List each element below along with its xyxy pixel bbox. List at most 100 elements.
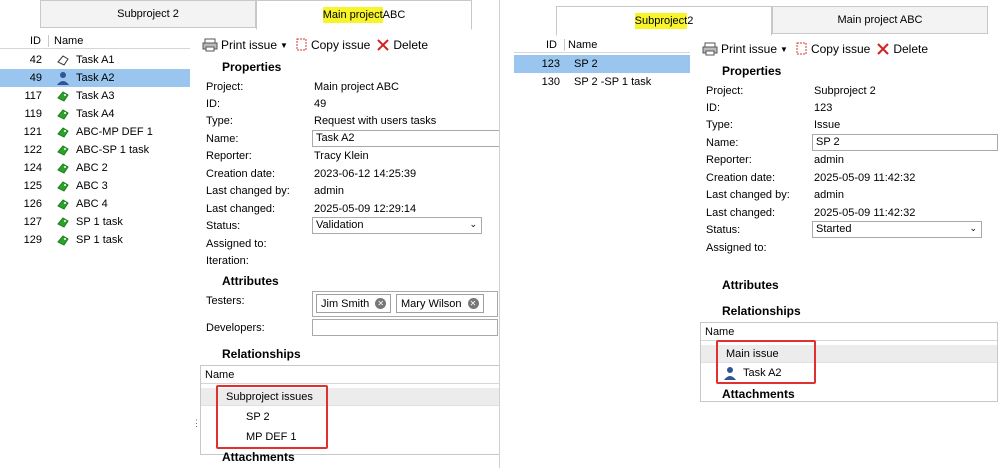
- status-select[interactable]: Started ⌄: [812, 221, 982, 238]
- tab-label-rest: ABC: [382, 9, 406, 21]
- ticket-icon: [56, 125, 70, 139]
- copy-issue-button[interactable]: Copy issue: [294, 38, 370, 52]
- last-changed-label: Last changed:: [706, 207, 776, 219]
- delete-button[interactable]: Delete: [876, 42, 928, 56]
- splitter-handle[interactable]: ⋮: [192, 418, 201, 429]
- developers-field[interactable]: [312, 319, 498, 336]
- copy-issue-label: Copy issue: [310, 38, 371, 52]
- table-row[interactable]: 119 Task A4: [0, 105, 190, 123]
- table-row[interactable]: 121 ABC-MP DEF 1: [0, 123, 190, 141]
- copy-icon: [796, 42, 807, 55]
- table-row[interactable]: 126 ABC 4: [0, 195, 190, 213]
- column-header-name[interactable]: Name: [568, 39, 597, 51]
- row-id: 119: [24, 108, 42, 120]
- column-header-id[interactable]: ID: [30, 35, 41, 47]
- copy-issue-label: Copy issue: [810, 42, 871, 56]
- row-name: ABC 2: [76, 162, 108, 174]
- grid-header: ID Name: [514, 37, 690, 53]
- attributes-heading: Attributes: [222, 274, 279, 288]
- tab-main-project-abc[interactable]: Main project ABC: [256, 0, 472, 30]
- ticket-icon: [56, 233, 70, 247]
- relationships-column-name[interactable]: Name: [201, 366, 499, 384]
- table-row[interactable]: 42 Task A1: [0, 51, 190, 69]
- tab-subproject-2[interactable]: Subproject 2: [40, 0, 256, 28]
- creation-date-value: 2025-05-09 11:42:32: [814, 172, 916, 184]
- project-value: Subproject 2: [814, 85, 876, 97]
- properties-heading: Properties: [722, 64, 782, 78]
- tab-strip: Subproject 2 Main project ABC: [0, 0, 499, 30]
- project-value: Main project ABC: [314, 81, 399, 93]
- relationships-column-name[interactable]: Name: [701, 323, 997, 341]
- last-changed-value: 2025-05-09 12:29:14: [314, 203, 417, 215]
- tester-chip: Jim Smith ✕: [316, 294, 392, 313]
- table-row[interactable]: 130 SP 2 -SP 1 task: [514, 73, 690, 91]
- properties-heading: Properties: [222, 60, 282, 74]
- row-name: ABC 3: [76, 180, 108, 192]
- table-row[interactable]: 117 Task A3: [0, 87, 190, 105]
- row-id: 117: [24, 90, 42, 102]
- name-input[interactable]: SP 2: [812, 134, 998, 151]
- column-header-id[interactable]: ID: [546, 39, 557, 51]
- status-value: Started: [816, 223, 852, 235]
- print-issue-label: Print issue: [721, 42, 778, 56]
- print-issue-label: Print issue: [221, 38, 278, 52]
- callout-box: [216, 385, 328, 449]
- grid-header: ID Name: [0, 33, 190, 49]
- attributes-heading: Attributes: [722, 278, 779, 292]
- name-input[interactable]: Task A2: [312, 130, 499, 147]
- main-project-window: Subproject 2 Main project ABC ID Name 42…: [0, 0, 500, 468]
- testers-label: Testers:: [206, 295, 245, 307]
- table-row[interactable]: 127 SP 1 task: [0, 213, 190, 231]
- tab-subproject-2[interactable]: Subproject 2: [556, 6, 772, 36]
- row-name: ABC-SP 1 task: [76, 144, 150, 156]
- tab-strip: Subproject 2 Main project ABC: [514, 6, 998, 36]
- row-id: 129: [23, 234, 42, 246]
- row-name: SP 1 task: [76, 234, 123, 246]
- issue-grid[interactable]: ID Name 42 Task A1 49 Task A2 117 Task A3 119 T…: [0, 33, 190, 468]
- delete-button[interactable]: Delete: [376, 38, 428, 52]
- reporter-value: Tracy Klein: [314, 150, 369, 162]
- printer-icon: [702, 42, 718, 56]
- table-row[interactable]: 49 Task A2: [0, 69, 190, 87]
- reporter-value: admin: [814, 154, 844, 166]
- table-row[interactable]: 124 ABC 2: [0, 159, 190, 177]
- name-label: Name:: [206, 133, 239, 145]
- tab-label: Subproject 2: [117, 8, 179, 20]
- row-name: SP 2: [574, 58, 598, 70]
- tab-label-highlight: Subproject: [634, 13, 688, 29]
- status-select[interactable]: Validation ⌄: [312, 217, 482, 234]
- toolbar: Print issue ▼ Copy issue Delete: [702, 39, 928, 59]
- id-value: 123: [814, 102, 833, 114]
- copy-issue-button[interactable]: Copy issue: [794, 42, 870, 56]
- remove-icon[interactable]: ✕: [375, 298, 387, 309]
- row-name: SP 2 -SP 1 task: [574, 76, 652, 88]
- dropdown-arrow-icon[interactable]: ▼: [780, 45, 788, 54]
- row-id: 42: [29, 54, 42, 66]
- row-id: 130: [541, 76, 560, 88]
- table-row[interactable]: 123 SP 2: [514, 55, 690, 73]
- tab-main-project-abc[interactable]: Main project ABC: [772, 6, 988, 34]
- tab-label-highlight: Main project: [322, 7, 383, 23]
- last-changed-by-value: admin: [314, 185, 344, 197]
- table-row[interactable]: 125 ABC 3: [0, 177, 190, 195]
- chevron-down-icon: ⌄: [469, 219, 477, 229]
- delete-icon: [377, 39, 390, 51]
- table-row[interactable]: 122 ABC-SP 1 task: [0, 141, 190, 159]
- issue-grid[interactable]: ID Name 123 SP 2 130 SP 2 -SP 1 task: [514, 37, 690, 468]
- dropdown-arrow-icon[interactable]: ▼: [280, 41, 288, 50]
- row-id: 124: [23, 162, 42, 174]
- print-issue-button[interactable]: Print issue ▼: [202, 38, 288, 52]
- status-label: Status:: [706, 224, 741, 236]
- tab-label: Main project ABC: [837, 14, 923, 26]
- table-row[interactable]: 129 SP 1 task: [0, 231, 190, 249]
- print-issue-button[interactable]: Print issue ▼: [702, 42, 788, 56]
- ticket-icon: [56, 215, 70, 229]
- remove-icon[interactable]: ✕: [467, 298, 479, 309]
- last-changed-by-label: Last changed by:: [206, 185, 290, 197]
- separator: [500, 0, 514, 468]
- iteration-label: Iteration:: [206, 255, 249, 267]
- relationships-heading: Relationships: [222, 347, 301, 361]
- column-header-name[interactable]: Name: [54, 35, 83, 47]
- last-changed-label: Last changed:: [206, 203, 276, 215]
- assigned-to-label: Assigned to:: [206, 238, 267, 250]
